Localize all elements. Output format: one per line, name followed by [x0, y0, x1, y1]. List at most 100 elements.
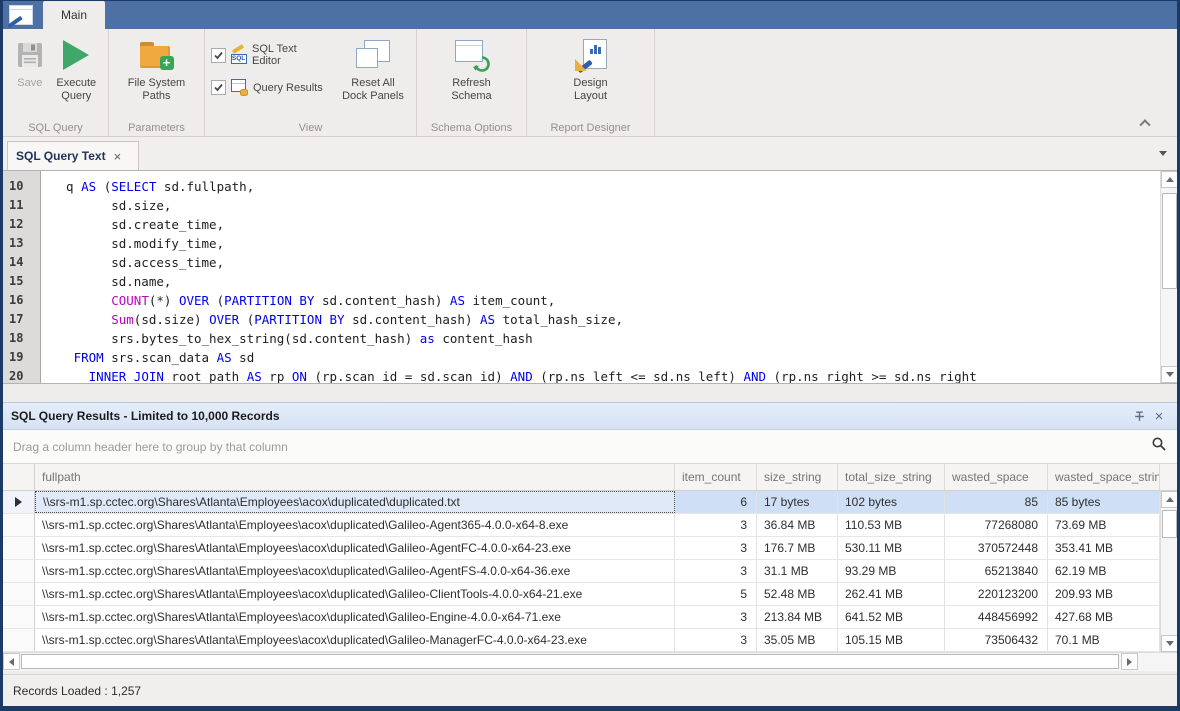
cell-size_string[interactable]: 35.05 MB	[757, 629, 838, 651]
grid-horizontal-scrollbar[interactable]	[3, 652, 1177, 671]
cell-size_string[interactable]: 36.84 MB	[757, 514, 838, 536]
editor-vertical-scrollbar[interactable]	[1160, 171, 1177, 383]
code-line[interactable]: sd.access_time,	[51, 253, 1160, 272]
cell-size_string[interactable]: 52.48 MB	[757, 583, 838, 605]
cell-total_size_string[interactable]: 93.29 MB	[838, 560, 945, 582]
grid-scroll-up-icon[interactable]	[1161, 491, 1178, 508]
app-menu-button[interactable]	[3, 1, 39, 29]
tab-main[interactable]: Main	[43, 1, 105, 29]
cell-wasted_space[interactable]: 370572448	[945, 537, 1048, 559]
cell-total_size_string[interactable]: 530.11 MB	[838, 537, 945, 559]
grid-scroll-down-icon[interactable]	[1161, 635, 1178, 652]
code-line[interactable]: sd.modify_time,	[51, 234, 1160, 253]
cell-item_count[interactable]: 3	[675, 537, 757, 559]
cell-wasted_space[interactable]: 77268080	[945, 514, 1048, 536]
code-line[interactable]: sd.size,	[51, 196, 1160, 215]
cell-fullpath[interactable]: \\srs-m1.sp.cctec.org\Shares\Atlanta\Emp…	[35, 583, 675, 605]
cell-item_count[interactable]: 3	[675, 514, 757, 536]
column-header-wasted_space[interactable]: wasted_space	[945, 464, 1048, 490]
cell-wasted_space[interactable]: 73506432	[945, 629, 1048, 651]
file-system-paths-button[interactable]: + File System Paths	[117, 33, 197, 105]
cell-wasted_space_string[interactable]: 70.1 MB	[1048, 629, 1160, 651]
table-row[interactable]: \\srs-m1.sp.cctec.org\Shares\Atlanta\Emp…	[3, 514, 1177, 537]
table-row[interactable]: \\srs-m1.sp.cctec.org\Shares\Atlanta\Emp…	[3, 560, 1177, 583]
code-line[interactable]: INNER JOIN root_path AS rp ON (rp.scan_i…	[51, 367, 1160, 383]
cell-wasted_space_string[interactable]: 353.41 MB	[1048, 537, 1160, 559]
cell-fullpath[interactable]: \\srs-m1.sp.cctec.org\Shares\Atlanta\Emp…	[35, 514, 675, 536]
cell-total_size_string[interactable]: 105.15 MB	[838, 629, 945, 651]
sql-editor[interactable]: 1011121314151617181920 q AS (SELECT sd.f…	[3, 171, 1177, 383]
reset-all-dock-panels-button[interactable]: Reset All Dock Panels	[336, 33, 410, 105]
column-header-size_string[interactable]: size_string	[757, 464, 838, 490]
grid-scroll-thumb[interactable]	[1162, 510, 1177, 538]
sql-text-editor-checkbox[interactable]	[211, 48, 226, 63]
code-line[interactable]: Sum(sd.size) OVER (PARTITION BY sd.conte…	[51, 310, 1160, 329]
cell-item_count[interactable]: 3	[675, 606, 757, 628]
editor-scroll-thumb[interactable]	[1162, 193, 1177, 289]
design-layout-button[interactable]: Design Layout	[556, 33, 626, 105]
ribbon-collapse-chevron-icon[interactable]	[1141, 118, 1151, 128]
code-line[interactable]: sd.name,	[51, 272, 1160, 291]
cell-total_size_string[interactable]: 102 bytes	[838, 491, 945, 513]
code-line[interactable]: COUNT(*) OVER (PARTITION BY sd.content_h…	[51, 291, 1160, 310]
cell-total_size_string[interactable]: 110.53 MB	[838, 514, 945, 536]
cell-wasted_space_string[interactable]: 427.68 MB	[1048, 606, 1160, 628]
cell-wasted_space[interactable]: 448456992	[945, 606, 1048, 628]
tab-list-dropdown-icon[interactable]	[1159, 151, 1167, 156]
table-row[interactable]: \\srs-m1.sp.cctec.org\Shares\Atlanta\Emp…	[3, 583, 1177, 606]
cell-wasted_space_string[interactable]: 73.69 MB	[1048, 514, 1160, 536]
column-header-total_size_string[interactable]: total_size_string	[838, 464, 945, 490]
close-panel-icon[interactable]: ×	[1149, 406, 1169, 426]
code-lines[interactable]: q AS (SELECT sd.fullpath, sd.size, sd.cr…	[42, 171, 1160, 383]
dock-splitter[interactable]	[3, 383, 1177, 402]
save-button[interactable]: Save	[9, 33, 51, 92]
search-icon[interactable]	[1151, 436, 1167, 457]
grid-scroll-left-icon[interactable]	[3, 653, 20, 670]
tab-sql-query-text[interactable]: SQL Query Text ×	[7, 141, 139, 170]
table-row[interactable]: \\srs-m1.sp.cctec.org\Shares\Atlanta\Emp…	[3, 629, 1177, 652]
table-row[interactable]: \\srs-m1.sp.cctec.org\Shares\Atlanta\Emp…	[3, 491, 1177, 514]
code-line[interactable]: FROM srs.scan_data AS sd	[51, 348, 1160, 367]
cell-fullpath[interactable]: \\srs-m1.sp.cctec.org\Shares\Atlanta\Emp…	[35, 537, 675, 559]
cell-fullpath[interactable]: \\srs-m1.sp.cctec.org\Shares\Atlanta\Emp…	[35, 491, 675, 513]
grid-scroll-right-icon[interactable]	[1121, 653, 1138, 670]
cell-wasted_space[interactable]: 85	[945, 491, 1048, 513]
cell-total_size_string[interactable]: 262.41 MB	[838, 583, 945, 605]
cell-item_count[interactable]: 3	[675, 629, 757, 651]
cell-wasted_space[interactable]: 65213840	[945, 560, 1048, 582]
execute-query-button[interactable]: Execute Query	[51, 33, 102, 105]
cell-size_string[interactable]: 213.84 MB	[757, 606, 838, 628]
cell-item_count[interactable]: 3	[675, 560, 757, 582]
column-header-fullpath[interactable]: fullpath	[35, 464, 675, 490]
scroll-up-icon[interactable]	[1161, 171, 1177, 188]
cell-wasted_space_string[interactable]: 62.19 MB	[1048, 560, 1160, 582]
table-row[interactable]: \\srs-m1.sp.cctec.org\Shares\Atlanta\Emp…	[3, 537, 1177, 560]
cell-size_string[interactable]: 31.1 MB	[757, 560, 838, 582]
cell-fullpath[interactable]: \\srs-m1.sp.cctec.org\Shares\Atlanta\Emp…	[35, 560, 675, 582]
query-results-toggle[interactable]: Query Results	[211, 79, 326, 96]
cell-item_count[interactable]: 5	[675, 583, 757, 605]
table-row[interactable]: \\srs-m1.sp.cctec.org\Shares\Atlanta\Emp…	[3, 606, 1177, 629]
code-line[interactable]: srs.bytes_to_hex_string(sd.content_hash)…	[51, 329, 1160, 348]
cell-fullpath[interactable]: \\srs-m1.sp.cctec.org\Shares\Atlanta\Emp…	[35, 606, 675, 628]
refresh-schema-button[interactable]: Refresh Schema	[433, 33, 511, 105]
grid-hscroll-thumb[interactable]	[21, 654, 1119, 669]
column-header-item_count[interactable]: item_count	[675, 464, 757, 490]
grid-vertical-scrollbar[interactable]	[1160, 491, 1177, 652]
code-line[interactable]: q AS (SELECT sd.fullpath,	[51, 177, 1160, 196]
cell-wasted_space_string[interactable]: 209.93 MB	[1048, 583, 1160, 605]
cell-size_string[interactable]: 176.7 MB	[757, 537, 838, 559]
group-by-area[interactable]: Drag a column header here to group by th…	[3, 430, 1177, 464]
query-results-checkbox[interactable]	[211, 80, 226, 95]
cell-wasted_space_string[interactable]: 85 bytes	[1048, 491, 1160, 513]
column-header-wasted_space_string[interactable]: wasted_space_string	[1048, 464, 1160, 490]
cell-total_size_string[interactable]: 641.52 MB	[838, 606, 945, 628]
pin-icon[interactable]	[1129, 406, 1149, 426]
cell-item_count[interactable]: 6	[675, 491, 757, 513]
scroll-down-icon[interactable]	[1161, 366, 1177, 383]
sql-text-editor-toggle[interactable]: SQL SQL Text Editor	[211, 43, 326, 67]
code-line[interactable]: sd.create_time,	[51, 215, 1160, 234]
cell-fullpath[interactable]: \\srs-m1.sp.cctec.org\Shares\Atlanta\Emp…	[35, 629, 675, 651]
cell-size_string[interactable]: 17 bytes	[757, 491, 838, 513]
tab-close-icon[interactable]: ×	[114, 149, 122, 164]
